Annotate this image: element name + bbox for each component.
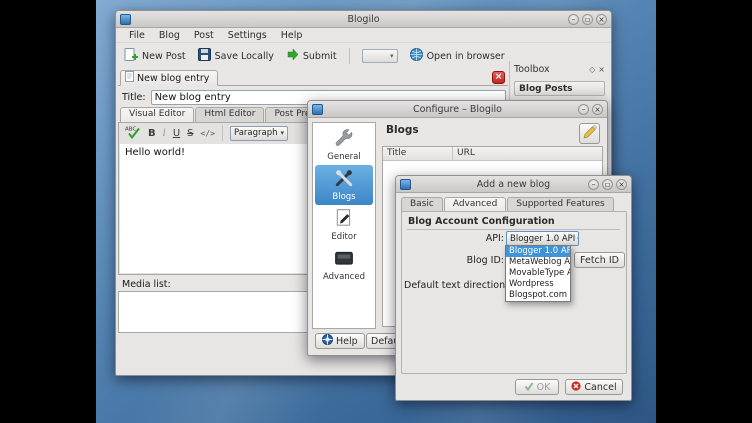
column-title[interactable]: Title xyxy=(383,147,453,160)
chevron-down-icon: ▾ xyxy=(280,129,284,137)
toolbox-section-blog-posts[interactable]: Blog Posts xyxy=(514,81,605,96)
pencil-document-icon xyxy=(334,208,354,231)
tab-new-blog-entry[interactable]: New blog entry xyxy=(120,70,218,86)
tools-icon xyxy=(334,168,354,191)
cancel-icon xyxy=(571,381,581,394)
api-option-wordpress[interactable]: Wordpress xyxy=(506,279,570,290)
save-locally-button[interactable]: Save Locally xyxy=(198,48,274,64)
minimize-icon[interactable]: – xyxy=(568,14,579,25)
section-divider xyxy=(407,229,620,230)
entry-tab-bar: New blog entry × xyxy=(118,70,508,86)
menu-settings[interactable]: Settings xyxy=(221,29,274,42)
help-button[interactable]: Help xyxy=(315,333,365,349)
blogilo-app-icon xyxy=(120,14,131,25)
edit-blog-button[interactable] xyxy=(579,123,600,144)
api-option-movabletype[interactable]: MovableType API xyxy=(506,268,570,279)
svg-text:ABC: ABC xyxy=(125,126,136,132)
fetch-id-button[interactable]: Fetch ID xyxy=(574,252,625,268)
configure-window-title: Configure – Blogilo xyxy=(308,104,607,115)
document-icon xyxy=(125,71,134,85)
tab-supported-features[interactable]: Supported Features xyxy=(507,197,613,212)
new-post-button[interactable]: New Post xyxy=(124,48,186,64)
api-dropdown-list: Blogger 1.0 API MetaWeblog API MovableTy… xyxy=(505,245,571,302)
sidebar-item-editor[interactable]: Editor xyxy=(315,205,373,245)
api-option-blogspot[interactable]: Blogspot.com xyxy=(506,290,570,301)
media-list-label: Media list: xyxy=(122,279,171,290)
close-icon[interactable]: × xyxy=(592,104,603,115)
save-icon xyxy=(198,48,211,64)
sidebar-item-general[interactable]: General xyxy=(315,125,373,165)
format-separator xyxy=(222,125,223,141)
black-box-icon xyxy=(334,248,354,271)
sidebar-item-advanced[interactable]: Advanced xyxy=(315,245,373,285)
help-icon xyxy=(322,334,333,348)
section-title: Blog Account Configuration xyxy=(408,216,555,227)
close-icon[interactable]: × xyxy=(596,14,607,25)
toolbox-title: Toolbox xyxy=(514,64,586,75)
tab-advanced[interactable]: Advanced xyxy=(444,197,506,212)
toolbar-separator xyxy=(349,48,350,64)
main-menubar: File Blog Post Settings Help xyxy=(116,28,611,43)
chevron-down-icon: ▾ xyxy=(390,52,394,60)
menu-blog[interactable]: Blog xyxy=(152,29,187,42)
api-combobox[interactable]: Blogger 1.0 API ▾ xyxy=(506,231,579,246)
check-icon xyxy=(524,381,534,394)
editor-text: Hello world! xyxy=(125,147,185,158)
wrench-icon xyxy=(334,128,354,151)
strikethrough-button[interactable]: S xyxy=(187,128,193,139)
maximize-icon[interactable]: ▫ xyxy=(602,179,613,190)
tab-visual-editor[interactable]: Visual Editor xyxy=(120,107,194,122)
open-in-browser-button[interactable]: Open in browser xyxy=(410,48,505,64)
api-label: API: xyxy=(404,233,504,244)
screen: Blogilo – ▫ × File Blog Post Settings He… xyxy=(0,0,752,423)
ok-button[interactable]: OK xyxy=(515,379,559,395)
new-post-icon xyxy=(124,48,138,64)
menu-help[interactable]: Help xyxy=(274,29,310,42)
tab-html-editor[interactable]: Html Editor xyxy=(195,107,264,122)
tab-close-icon[interactable]: × xyxy=(492,71,505,84)
toolbox-header: Toolbox ◇ × xyxy=(514,64,605,75)
configure-page-title: Blogs xyxy=(386,124,419,136)
close-panel-icon[interactable]: × xyxy=(598,65,605,75)
menu-file[interactable]: File xyxy=(122,29,152,42)
sidebar-item-blogs[interactable]: Blogs xyxy=(315,165,373,205)
main-window-title: Blogilo xyxy=(116,14,611,25)
float-panel-icon[interactable]: ◇ xyxy=(589,65,595,75)
api-option-blogger[interactable]: Blogger 1.0 API xyxy=(506,246,570,257)
close-icon[interactable]: × xyxy=(616,179,627,190)
code-button[interactable]: </> xyxy=(201,129,215,138)
menu-post[interactable]: Post xyxy=(187,29,221,42)
minimize-icon[interactable]: – xyxy=(588,179,599,190)
column-url[interactable]: URL xyxy=(453,147,479,160)
submit-button[interactable]: Submit xyxy=(286,48,337,64)
configure-sidebar: General Blogs Editor Advanced xyxy=(312,122,376,329)
blog-id-label: Blog ID: xyxy=(404,255,504,266)
minimize-icon[interactable]: – xyxy=(578,104,589,115)
blogs-table-header: Title URL xyxy=(383,147,602,161)
blogilo-app-icon xyxy=(400,179,411,190)
blogilo-app-icon xyxy=(312,104,323,115)
configure-titlebar[interactable]: Configure – Blogilo – × xyxy=(308,101,607,118)
spellcheck-icon[interactable]: ABC xyxy=(125,125,141,142)
tab-basic[interactable]: Basic xyxy=(401,197,443,212)
api-option-metaweblog[interactable]: MetaWeblog API xyxy=(506,257,570,268)
paragraph-style-combobox[interactable]: Paragraph ▾ xyxy=(230,126,288,141)
bold-button[interactable]: B xyxy=(148,128,156,139)
cancel-button[interactable]: Cancel xyxy=(565,379,623,395)
underline-button[interactable]: U xyxy=(173,128,180,139)
submit-icon xyxy=(286,48,299,64)
italic-button[interactable]: i xyxy=(163,128,166,139)
pencil-icon xyxy=(582,124,598,143)
maximize-icon[interactable]: ▫ xyxy=(582,14,593,25)
post-title-label: Title: xyxy=(122,92,146,103)
chevron-down-icon: ▾ xyxy=(577,235,579,243)
text-direction-label: Default text direction: xyxy=(404,280,504,291)
globe-icon xyxy=(410,48,423,64)
add-blog-window: Add a new blog – ▫ × Basic Advanced Supp… xyxy=(395,175,632,401)
blog-select-combobox[interactable]: ▾ xyxy=(362,49,398,63)
add-blog-tabs: Basic Advanced Supported Features xyxy=(401,197,615,212)
add-blog-titlebar[interactable]: Add a new blog – ▫ × xyxy=(396,176,631,193)
main-titlebar[interactable]: Blogilo – ▫ × xyxy=(116,11,611,28)
